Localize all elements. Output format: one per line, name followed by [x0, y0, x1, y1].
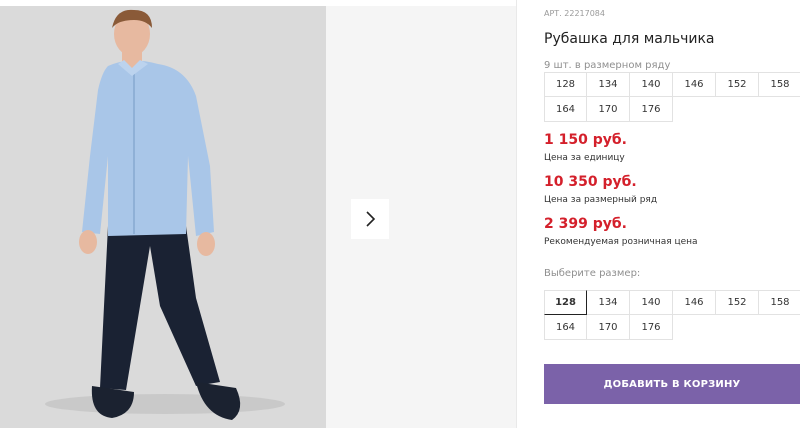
size-option-164[interactable]: 164	[544, 315, 587, 340]
size-option-158[interactable]: 158	[759, 290, 800, 315]
pack-size-cell: 128	[544, 72, 587, 97]
product-title: Рубашка для мальчика	[544, 31, 715, 47]
retail-price: 2 399 руб.	[544, 216, 627, 232]
pack-note: 9 шт. в размерном ряду	[544, 60, 671, 71]
unit-price-label: Цена за единицу	[544, 153, 625, 163]
pack-price-label: Цена за размерный ряд	[544, 195, 658, 205]
size-option-152[interactable]: 152	[716, 290, 759, 315]
pack-size-cell: 158	[759, 72, 800, 97]
size-select-label: Выберите размер:	[544, 268, 641, 279]
retail-price-label: Рекомендуемая розничная цена	[544, 237, 698, 247]
size-option-140[interactable]: 140	[630, 290, 673, 315]
size-option-176[interactable]: 176	[630, 315, 673, 340]
pack-size-cell: 164	[544, 97, 587, 122]
size-select-grid: 128 134 140 146 152 158 164 170 176	[544, 290, 800, 340]
pack-size-cell: 134	[587, 72, 630, 97]
size-option-128[interactable]: 128	[544, 290, 587, 315]
next-image-button[interactable]	[351, 199, 389, 239]
boy-in-shirt-photo	[0, 6, 326, 428]
size-option-170[interactable]: 170	[587, 315, 630, 340]
product-photo[interactable]	[0, 6, 326, 428]
pack-size-grid: 128 134 140 146 152 158 164 170 176	[544, 72, 800, 122]
size-option-146[interactable]: 146	[673, 290, 716, 315]
product-gallery	[0, 0, 517, 428]
pack-size-cell: 176	[630, 97, 673, 122]
pack-size-cell: 140	[630, 72, 673, 97]
pack-size-cell: 170	[587, 97, 630, 122]
pack-size-cell: 146	[673, 72, 716, 97]
article-number: АРТ. 22217084	[544, 9, 605, 18]
unit-price: 1 150 руб.	[544, 132, 627, 148]
add-to-cart-button[interactable]: ДОБАВИТЬ В КОРЗИНУ	[544, 364, 800, 404]
chevron-right-icon	[366, 211, 376, 227]
size-option-134[interactable]: 134	[587, 290, 630, 315]
pack-price: 10 350 руб.	[544, 174, 637, 190]
pack-size-cell: 152	[716, 72, 759, 97]
